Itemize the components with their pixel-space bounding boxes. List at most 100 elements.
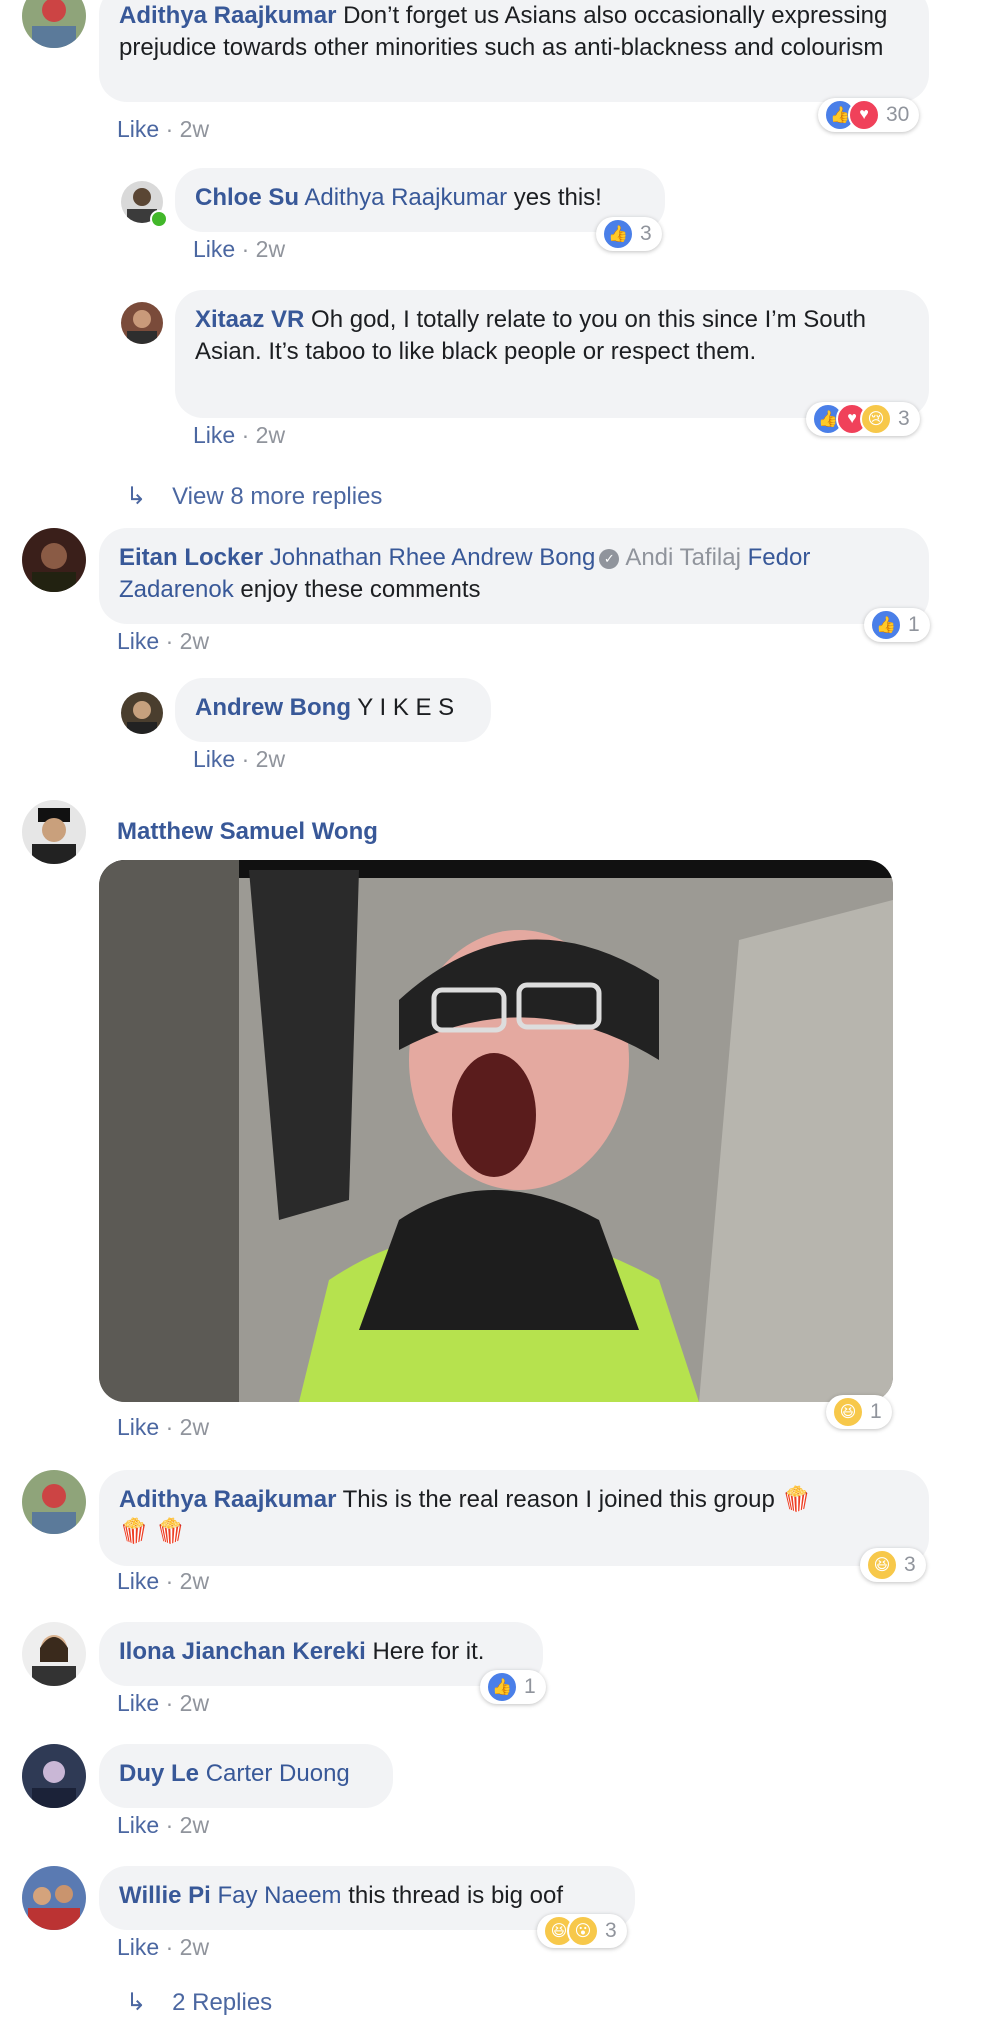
like-link[interactable]: Like — [117, 1414, 159, 1440]
mention-link[interactable]: Johnathan Rhee — [270, 544, 446, 571]
comment-meta: Like · 2w — [117, 1812, 210, 1838]
comment-author[interactable]: Ilona Jianchan Kereki — [119, 1638, 366, 1665]
thumbs-up-icon: 👍 — [602, 218, 634, 250]
comment-text: Y I K E S — [357, 694, 455, 721]
comment-bubble: Duy Le Carter Duong — [99, 1744, 393, 1808]
online-indicator — [150, 210, 168, 228]
comment-meta: Like · 2w — [193, 236, 286, 262]
comment-author[interactable]: Willie Pi — [119, 1882, 211, 1909]
comment-meta: Like · 2w — [117, 628, 210, 654]
popcorn-icon: 🍿 — [119, 1518, 149, 1545]
comment-bubble: Adithya Raajkumar Don’t forget us Asians… — [99, 0, 929, 102]
mention-link[interactable]: Andi Tafilaj — [625, 544, 741, 571]
comment-meta: Like · 2w — [117, 1934, 210, 1960]
comment-author[interactable]: Chloe Su — [195, 184, 299, 211]
comment-text: This is the real reason I joined this gr… — [342, 1486, 775, 1513]
reply-arrow-icon: ↳ — [126, 1989, 147, 2016]
reaction-count: 3 — [605, 1919, 617, 1942]
avatar[interactable] — [22, 800, 86, 864]
like-link[interactable]: Like — [193, 422, 235, 448]
comment-bubble: Xitaaz VR Oh god, I totally relate to yo… — [175, 290, 929, 418]
avatar[interactable] — [22, 1470, 86, 1534]
reaction-summary[interactable]: 😆 3 — [860, 1548, 926, 1582]
comment-author[interactable]: Xitaaz VR — [195, 306, 304, 333]
mention-link[interactable]: Adithya Raajkumar — [304, 184, 507, 211]
like-link[interactable]: Like — [117, 116, 159, 142]
reaction-summary[interactable]: 👍 1 — [864, 608, 930, 642]
reaction-summary[interactable]: 😆 😮 3 — [537, 1914, 627, 1948]
reaction-count: 30 — [886, 103, 910, 126]
comment-time[interactable]: 2w — [180, 1568, 209, 1594]
comment-text: enjoy these comments — [240, 576, 481, 603]
laughing-face-icon: 😆 — [866, 1549, 898, 1581]
reaction-summary[interactable]: 👍 1 — [480, 1670, 546, 1704]
reaction-summary[interactable]: 😆 1 — [826, 1395, 892, 1429]
avatar[interactable] — [121, 692, 163, 734]
comment-author[interactable]: Matthew Samuel Wong — [117, 818, 378, 846]
popcorn-icon: 🍿 — [155, 1518, 186, 1545]
like-link[interactable]: Like — [117, 1568, 159, 1594]
comment-author[interactable]: Andrew Bong — [195, 694, 351, 721]
reaction-count: 3 — [640, 222, 652, 245]
comment-time[interactable]: 2w — [180, 1934, 209, 1960]
avatar[interactable] — [22, 1622, 86, 1686]
view-replies-link[interactable]: ↳ 2 Replies — [126, 1988, 272, 2017]
comment-time[interactable]: 2w — [180, 628, 209, 654]
mention-link[interactable]: Carter Duong — [206, 1760, 350, 1787]
comment-meta: Like · 2w — [193, 422, 286, 448]
comment-time[interactable]: 2w — [180, 1812, 209, 1838]
comment-bubble: Andrew Bong Y I K E S — [175, 678, 491, 742]
comment-meta: Like · 2w — [193, 746, 286, 772]
like-link[interactable]: Like — [193, 746, 235, 772]
comment-meta: Like · 2w — [117, 1414, 210, 1440]
reaction-summary[interactable]: 👍 3 — [596, 217, 662, 251]
reaction-count: 1 — [870, 1400, 882, 1423]
reaction-summary[interactable]: 👍 ♥ 30 — [818, 98, 920, 132]
thumbs-up-icon: 👍 — [486, 1671, 518, 1703]
heart-icon: ♥ — [848, 99, 880, 131]
comment-bubble: Ilona Jianchan Kereki Here for it. — [99, 1622, 543, 1686]
reaction-count: 1 — [524, 1675, 536, 1698]
comment-author[interactable]: Eitan Locker — [119, 544, 263, 571]
comment-time[interactable]: 2w — [256, 236, 285, 262]
comment-author[interactable]: Adithya Raajkumar — [119, 1486, 336, 1513]
surprised-face-icon: 😮 — [567, 1915, 599, 1947]
avatar[interactable] — [22, 0, 86, 48]
thumbs-up-icon: 👍 — [870, 609, 902, 641]
reply-arrow-icon: ↳ — [126, 483, 147, 510]
popcorn-icon: 🍿 — [781, 1486, 812, 1513]
comment-meta: Like · 2w — [117, 1690, 210, 1716]
reaction-count: 3 — [904, 1553, 916, 1576]
comment-time[interactable]: 2w — [256, 422, 285, 448]
sad-face-icon: 😢 — [860, 403, 892, 435]
comment-time[interactable]: 2w — [256, 746, 285, 772]
reaction-summary[interactable]: 👍 ♥ 😢 3 — [806, 402, 920, 436]
comment-time[interactable]: 2w — [180, 116, 209, 142]
comment-bubble: Eitan Locker Johnathan Rhee Andrew Bong ✓… — [99, 528, 929, 624]
comment-time[interactable]: 2w — [180, 1414, 209, 1440]
comment-author[interactable]: Duy Le — [119, 1760, 199, 1787]
mention-link[interactable]: Fay Naeem — [217, 1882, 341, 1909]
like-link[interactable]: Like — [117, 628, 159, 654]
comment-meta: Like · 2w — [117, 1568, 210, 1594]
comment-text: Here for it. — [372, 1638, 485, 1665]
view-more-replies-link[interactable]: ↳ View 8 more replies — [126, 482, 382, 511]
like-link[interactable]: Like — [117, 1812, 159, 1838]
avatar[interactable] — [22, 528, 86, 592]
mention-link[interactable]: Andrew Bong — [451, 544, 595, 571]
like-link[interactable]: Like — [117, 1934, 159, 1960]
avatar[interactable] — [121, 302, 163, 344]
comment-text: yes this! — [513, 184, 602, 211]
comment-bubble: Chloe Su Adithya Raajkumar yes this! — [175, 168, 665, 232]
laughing-face-icon: 😆 — [832, 1396, 864, 1428]
like-link[interactable]: Like — [193, 236, 235, 262]
comment-author[interactable]: Adithya Raajkumar — [119, 2, 336, 29]
comment-time[interactable]: 2w — [180, 1690, 209, 1716]
comment-bubble: Adithya Raajkumar This is the real reaso… — [99, 1470, 929, 1566]
avatar[interactable] — [22, 1744, 86, 1808]
attached-gif-image[interactable] — [99, 860, 893, 1402]
like-link[interactable]: Like — [117, 1690, 159, 1716]
avatar[interactable] — [22, 1866, 86, 1930]
comment-text: this thread is big oof — [348, 1882, 563, 1909]
reaction-count: 1 — [908, 613, 920, 636]
